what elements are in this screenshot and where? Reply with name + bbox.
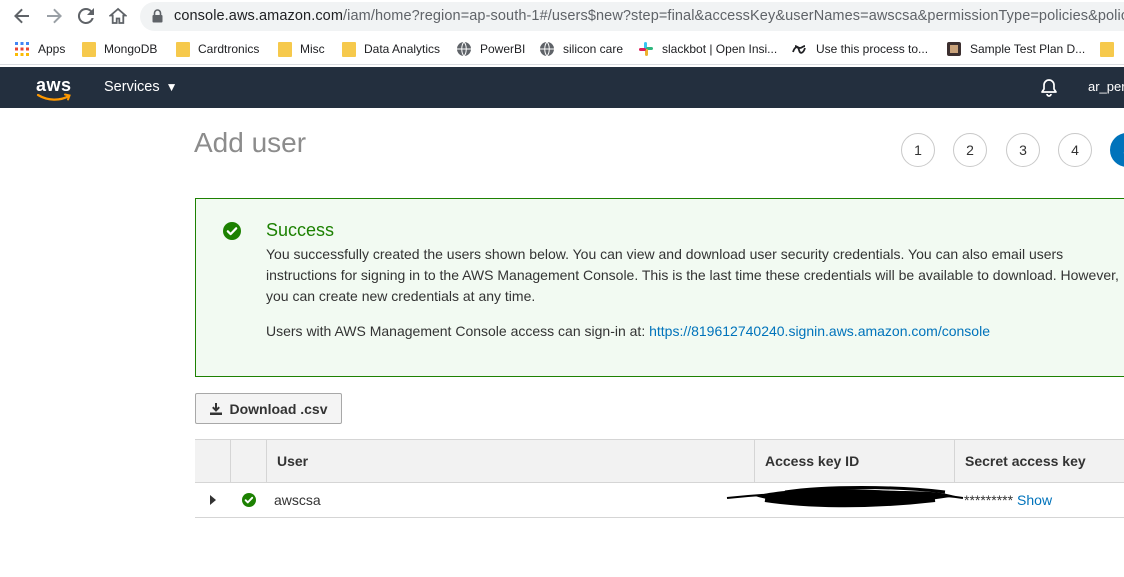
check-circle-icon — [223, 222, 241, 240]
back-button[interactable] — [10, 4, 34, 28]
swirl-icon — [792, 45, 806, 54]
folder-icon — [176, 41, 190, 57]
folder-icon — [342, 41, 356, 57]
bookmark-use-this-process[interactable]: Use this process to... — [792, 40, 928, 58]
caret-down-icon: ▼ — [165, 80, 178, 94]
services-label: Services — [104, 79, 160, 95]
bookmark-silicon-care[interactable]: silicon care — [539, 40, 623, 58]
bell-icon[interactable] — [1039, 78, 1059, 98]
table-header: User Access key ID Secret access key — [195, 440, 1124, 483]
bookmarks-bar: Apps MongoDB Cardtronics Misc Data Analy… — [0, 33, 1124, 65]
wizard-step-4[interactable]: 4 — [1058, 133, 1092, 167]
home-button[interactable] — [106, 4, 130, 28]
page-title: Add user — [194, 127, 307, 158]
folder-icon — [82, 41, 96, 57]
bookmark-label: MongoDB — [104, 42, 158, 56]
header-user[interactable]: User — [266, 440, 754, 482]
aws-logo[interactable]: aws — [36, 75, 72, 101]
bookmark-apps[interactable]: Apps — [14, 40, 65, 58]
arrow-right-icon — [47, 8, 62, 24]
header-secret-access-key[interactable]: Secret access key — [954, 440, 1124, 482]
bookmark-label: Sample Test Plan D... — [970, 42, 1086, 56]
download-icon — [209, 402, 223, 416]
bookmark-label: Cardtronics — [198, 42, 260, 56]
account-menu[interactable]: ar_pers — [1088, 79, 1124, 94]
bookmark-data-analytics[interactable]: Data Analytics — [342, 40, 440, 58]
signin-prefix: Users with AWS Management Console access… — [266, 323, 646, 339]
folder-icon — [278, 41, 292, 57]
header-status-col — [230, 440, 266, 482]
caret-right-icon[interactable] — [209, 495, 217, 505]
globe-icon — [540, 41, 554, 57]
address-bar[interactable]: console.aws.amazon.com/iam/home?region=a… — [140, 2, 1124, 31]
signin-url-link[interactable]: https://819612740240.signin.aws.amazon.c… — [649, 323, 990, 339]
header-access-key-id[interactable]: Access key ID — [754, 440, 954, 482]
bookmark-powerbi[interactable]: PowerBI — [456, 40, 525, 58]
bookmark-label: slackbot | Open Insi... — [662, 42, 778, 56]
success-alert: Success You successfully created the use… — [195, 198, 1124, 377]
users-table: User Access key ID Secret access key aws… — [195, 439, 1124, 518]
success-title: Success — [266, 220, 335, 240]
wizard-step-5[interactable]: 5 — [1110, 133, 1124, 167]
bookmark-label: Misc — [300, 42, 325, 56]
bookmark-sample-test-plan[interactable]: Sample Test Plan D... — [946, 40, 1085, 58]
secret-access-key-cell: ********* Show — [964, 492, 1052, 508]
show-secret-link[interactable]: Show — [1017, 492, 1052, 508]
slack-icon — [639, 42, 653, 56]
aws-smile-icon — [36, 93, 71, 101]
bookmark-overflow-folder[interactable] — [1100, 40, 1122, 58]
url-text: console.aws.amazon.com/iam/home?region=a… — [174, 8, 1124, 24]
bookmark-label: silicon care — [563, 42, 624, 56]
check-circle-icon — [242, 493, 256, 507]
reload-button[interactable] — [74, 4, 98, 28]
download-csv-button[interactable]: Download .csv — [195, 393, 342, 424]
table-row[interactable]: awscsa ********* Show — [195, 483, 1124, 517]
folder-icon — [1100, 41, 1114, 57]
bookmark-label: Use this process to... — [816, 42, 929, 56]
lock-icon — [152, 9, 163, 23]
reload-icon — [77, 7, 94, 24]
aws-top-nav: aws Services ▼ ar_pers — [0, 67, 1124, 108]
arrow-left-icon — [14, 8, 29, 24]
redaction-scribble — [726, 486, 964, 508]
bookmark-slackbot[interactable]: slackbot | Open Insi... — [638, 40, 777, 58]
services-menu[interactable]: Services ▼ — [104, 79, 178, 95]
download-csv-label: Download .csv — [229, 400, 328, 417]
wizard-step-3[interactable]: 3 — [1006, 133, 1040, 167]
success-message: You successfully created the users shown… — [266, 246, 1119, 304]
bookmark-label: Apps — [38, 42, 66, 56]
app-icon — [947, 42, 961, 56]
browser-toolbar: console.aws.amazon.com/iam/home?region=a… — [0, 0, 1124, 33]
bookmark-label: Data Analytics — [364, 42, 441, 56]
user-name-cell: awscsa — [274, 492, 321, 508]
wizard-step-2[interactable]: 2 — [953, 133, 987, 167]
bookmark-cardtronics[interactable]: Cardtronics — [176, 40, 259, 58]
forward-button[interactable] — [42, 4, 66, 28]
wizard-step-1[interactable]: 1 — [901, 133, 935, 167]
signin-info: Users with AWS Management Console access… — [266, 323, 990, 339]
bookmark-mongodb[interactable]: MongoDB — [82, 40, 157, 58]
globe-icon — [457, 41, 471, 57]
header-expander-col — [195, 440, 230, 482]
home-icon — [109, 7, 127, 24]
apps-grid-icon — [15, 42, 29, 56]
secret-masked: ********* — [964, 492, 1014, 508]
bookmark-misc[interactable]: Misc — [278, 40, 325, 58]
bookmark-label: PowerBI — [480, 42, 526, 56]
